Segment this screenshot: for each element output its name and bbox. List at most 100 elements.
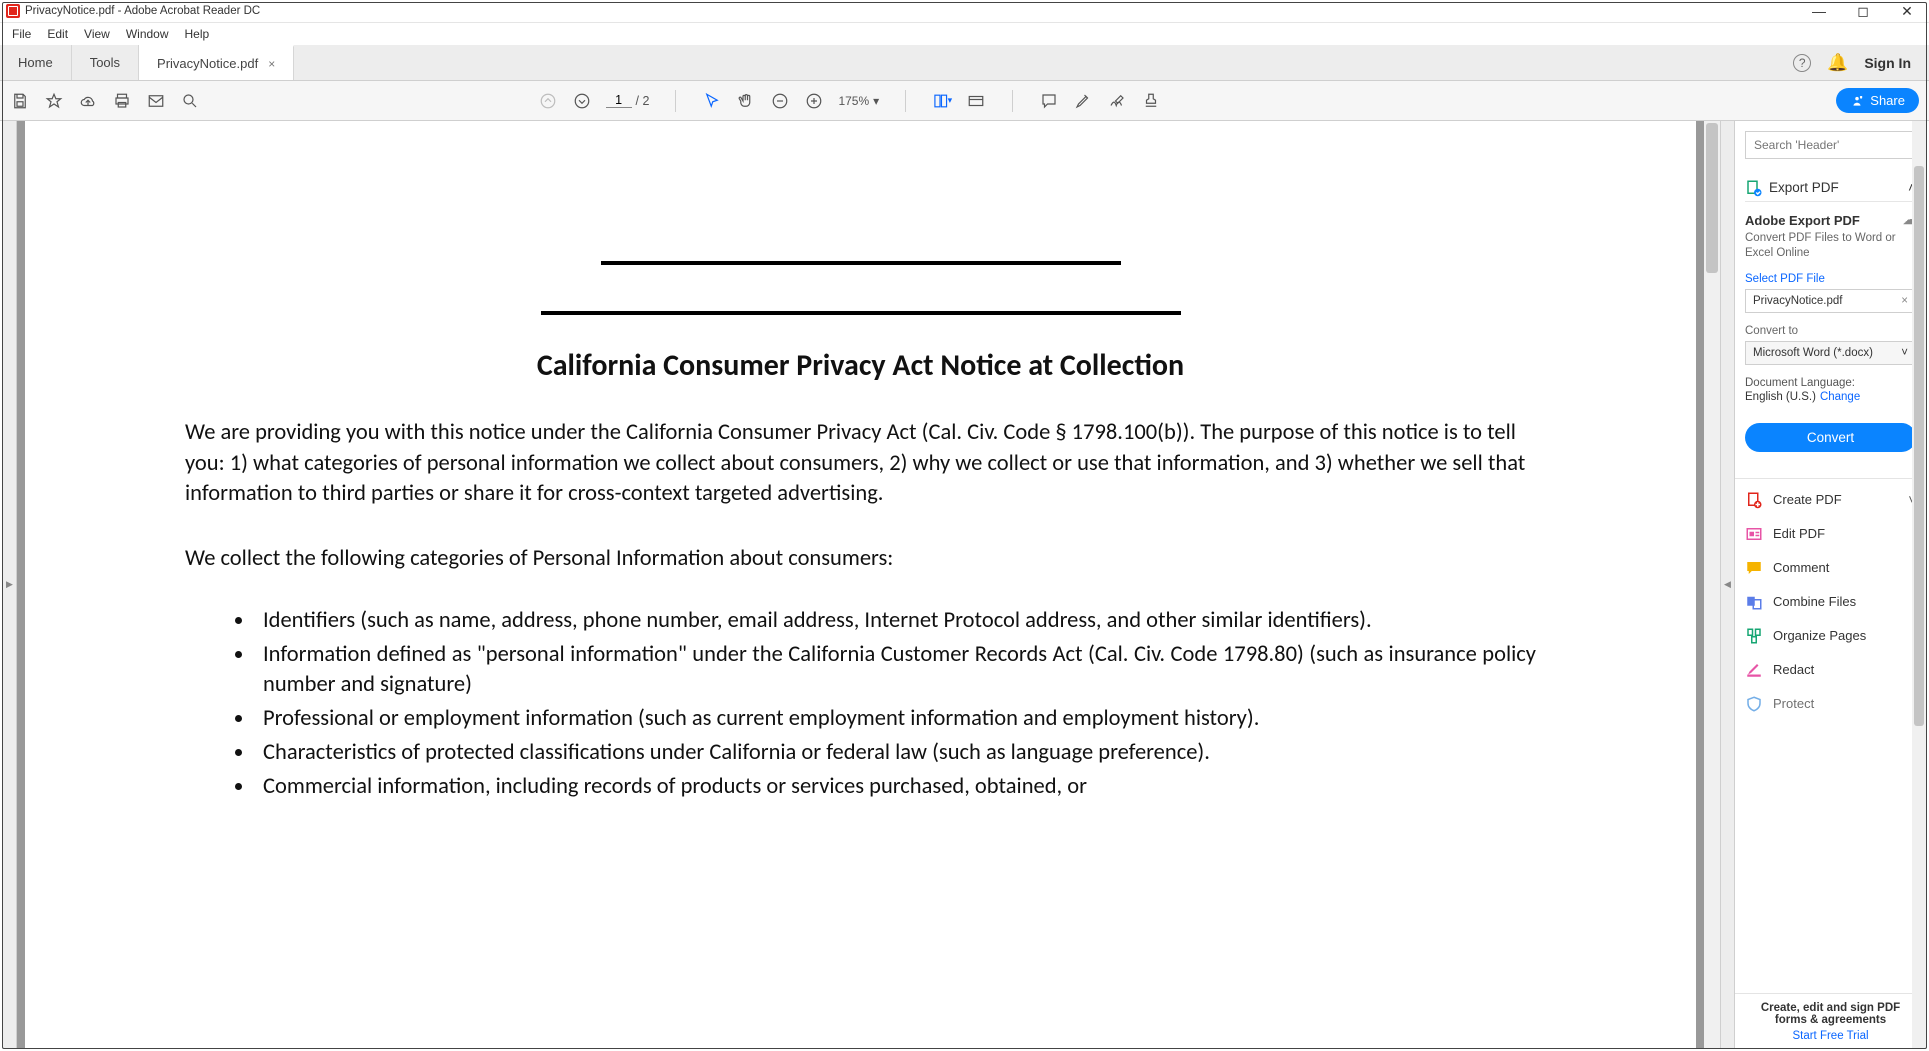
pdf-page: California Consumer Privacy Act Notice a…	[25, 121, 1696, 1048]
title-bar: PrivacyNotice.pdf - Adobe Acrobat Reader…	[0, 0, 1929, 23]
tab-document-label: PrivacyNotice.pdf	[157, 56, 258, 71]
footer-line-1: Create, edit and sign PDF	[1741, 1002, 1920, 1014]
tool-item-edit-pdf[interactable]: Edit PDF	[1745, 517, 1916, 551]
organize-pages-icon	[1745, 627, 1763, 645]
sign-icon[interactable]	[1107, 91, 1127, 111]
page-number: / 2	[606, 93, 650, 108]
hand-pan-icon[interactable]	[736, 91, 756, 111]
menu-help[interactable]: Help	[177, 27, 218, 41]
page-down-icon[interactable]	[572, 91, 592, 111]
selected-file-name: PrivacyNotice.pdf	[1753, 295, 1842, 307]
sign-in-link[interactable]: Sign In	[1864, 55, 1911, 71]
tool-item-redact[interactable]: Redact	[1745, 653, 1916, 687]
export-pdf-header[interactable]: Export PDF ˄	[1745, 173, 1916, 202]
print-icon[interactable]	[112, 91, 132, 111]
change-language-link[interactable]: Change	[1820, 391, 1860, 403]
create-pdf-icon	[1745, 491, 1763, 509]
menu-window[interactable]: Window	[118, 27, 177, 41]
tool-label: Organize Pages	[1773, 628, 1866, 643]
doc-bullet: Information defined as "personal informa…	[255, 640, 1536, 700]
tool-item-organize[interactable]: Organize Pages	[1745, 619, 1916, 653]
doc-language-value: English (U.S.)Change	[1745, 391, 1916, 403]
menu-view[interactable]: View	[76, 27, 118, 41]
tab-document[interactable]: PrivacyNotice.pdf ×	[139, 45, 294, 80]
find-icon[interactable]	[180, 91, 200, 111]
tools-panel: Export PDF ˄ Adobe Export PDF ☁ Convert …	[1734, 121, 1926, 1048]
comment-note-icon[interactable]	[1039, 91, 1059, 111]
read-mode-icon[interactable]	[966, 91, 986, 111]
doc-paragraph-2: We collect the following categories of P…	[185, 544, 1536, 575]
convert-button[interactable]: Convert	[1745, 423, 1916, 452]
tool-item-create-pdf[interactable]: Create PDF ˅	[1745, 483, 1916, 517]
document-scrollbar[interactable]	[1704, 121, 1720, 1048]
tool-item-protect[interactable]: Protect	[1745, 687, 1916, 721]
fit-width-icon[interactable]: ▾	[932, 91, 952, 111]
chevron-down-icon: ˅	[1901, 347, 1908, 359]
doc-heading: California Consumer Privacy Act Notice a…	[185, 347, 1536, 384]
export-subtitle: Adobe Export PDF ☁	[1745, 212, 1916, 228]
tool-label: Edit PDF	[1773, 526, 1825, 541]
tab-tools[interactable]: Tools	[72, 45, 139, 80]
panel-scrollbar[interactable]	[1912, 121, 1926, 1048]
zoom-level[interactable]: 175% ▾	[838, 94, 879, 108]
tab-tools-label: Tools	[90, 55, 120, 70]
tool-label: Comment	[1773, 560, 1829, 575]
convert-to-label: Convert to	[1745, 325, 1916, 337]
zoom-out-icon[interactable]	[770, 91, 790, 111]
share-button[interactable]: Share	[1836, 88, 1919, 113]
acrobat-app-icon	[6, 4, 20, 18]
cloud-upload-icon[interactable]	[78, 91, 98, 111]
left-panel-toggle[interactable]	[3, 121, 17, 1048]
star-icon[interactable]	[44, 91, 64, 111]
toolbar: / 2 175% ▾ ▾ Share	[0, 81, 1929, 121]
share-label: Share	[1870, 93, 1905, 108]
tool-label: Protect	[1773, 696, 1814, 711]
right-panel-toggle[interactable]	[1720, 121, 1734, 1048]
tool-label: Create PDF	[1773, 492, 1842, 507]
protect-icon	[1745, 695, 1763, 713]
tools-search-input[interactable]	[1745, 131, 1916, 159]
menu-edit[interactable]: Edit	[39, 27, 76, 41]
tab-home[interactable]: Home	[0, 45, 72, 80]
combine-files-icon	[1745, 593, 1763, 611]
selection-arrow-icon[interactable]	[702, 91, 722, 111]
page-total: / 2	[636, 94, 650, 108]
tab-home-label: Home	[18, 55, 53, 70]
tool-label: Redact	[1773, 662, 1814, 677]
doc-bullet: Characteristics of protected classificat…	[255, 738, 1536, 768]
tool-item-comment[interactable]: Comment	[1745, 551, 1916, 585]
redact-icon	[1745, 661, 1763, 679]
zoom-value: 175%	[838, 94, 869, 108]
doc-bullet: Commercial information, including record…	[255, 772, 1536, 802]
export-desc: Convert PDF Files to Word or Excel Onlin…	[1745, 231, 1916, 261]
menu-bar: File Edit View Window Help	[0, 23, 1929, 45]
zoom-in-icon[interactable]	[804, 91, 824, 111]
stamp-icon[interactable]	[1141, 91, 1161, 111]
page-up-icon[interactable]	[538, 91, 558, 111]
doc-bullet: Professional or employment information (…	[255, 704, 1536, 734]
tab-close-icon[interactable]: ×	[268, 57, 275, 71]
window-minimize-button[interactable]: —	[1797, 0, 1841, 23]
window-close-button[interactable]: ✕	[1885, 0, 1929, 23]
edit-pdf-icon	[1745, 525, 1763, 543]
email-icon[interactable]	[146, 91, 166, 111]
start-free-trial-link[interactable]: Start Free Trial	[1741, 1030, 1920, 1042]
document-viewport[interactable]: California Consumer Privacy Act Notice a…	[17, 121, 1720, 1048]
tool-item-combine[interactable]: Combine Files	[1745, 585, 1916, 619]
highlight-icon[interactable]	[1073, 91, 1093, 111]
menu-file[interactable]: File	[4, 27, 39, 41]
convert-to-select[interactable]: Microsoft Word (*.docx) ˅	[1745, 341, 1916, 365]
workspace: California Consumer Privacy Act Notice a…	[3, 121, 1926, 1048]
select-pdf-label: Select PDF File	[1745, 273, 1916, 285]
chevron-down-icon: ▾	[873, 94, 879, 108]
window-maximize-button[interactable]: ◻	[1841, 0, 1885, 23]
tabs-row: Home Tools PrivacyNotice.pdf × ? 🔔 Sign …	[0, 45, 1929, 81]
page-number-input[interactable]	[606, 93, 632, 108]
notifications-icon[interactable]: 🔔	[1827, 53, 1848, 73]
panel-footer: Create, edit and sign PDF forms & agreem…	[1735, 993, 1926, 1048]
comment-icon	[1745, 559, 1763, 577]
selected-file-field[interactable]: PrivacyNotice.pdf ×	[1745, 289, 1916, 313]
save-icon[interactable]	[10, 91, 30, 111]
help-icon[interactable]: ?	[1793, 54, 1811, 72]
clear-file-icon[interactable]: ×	[1901, 295, 1908, 307]
